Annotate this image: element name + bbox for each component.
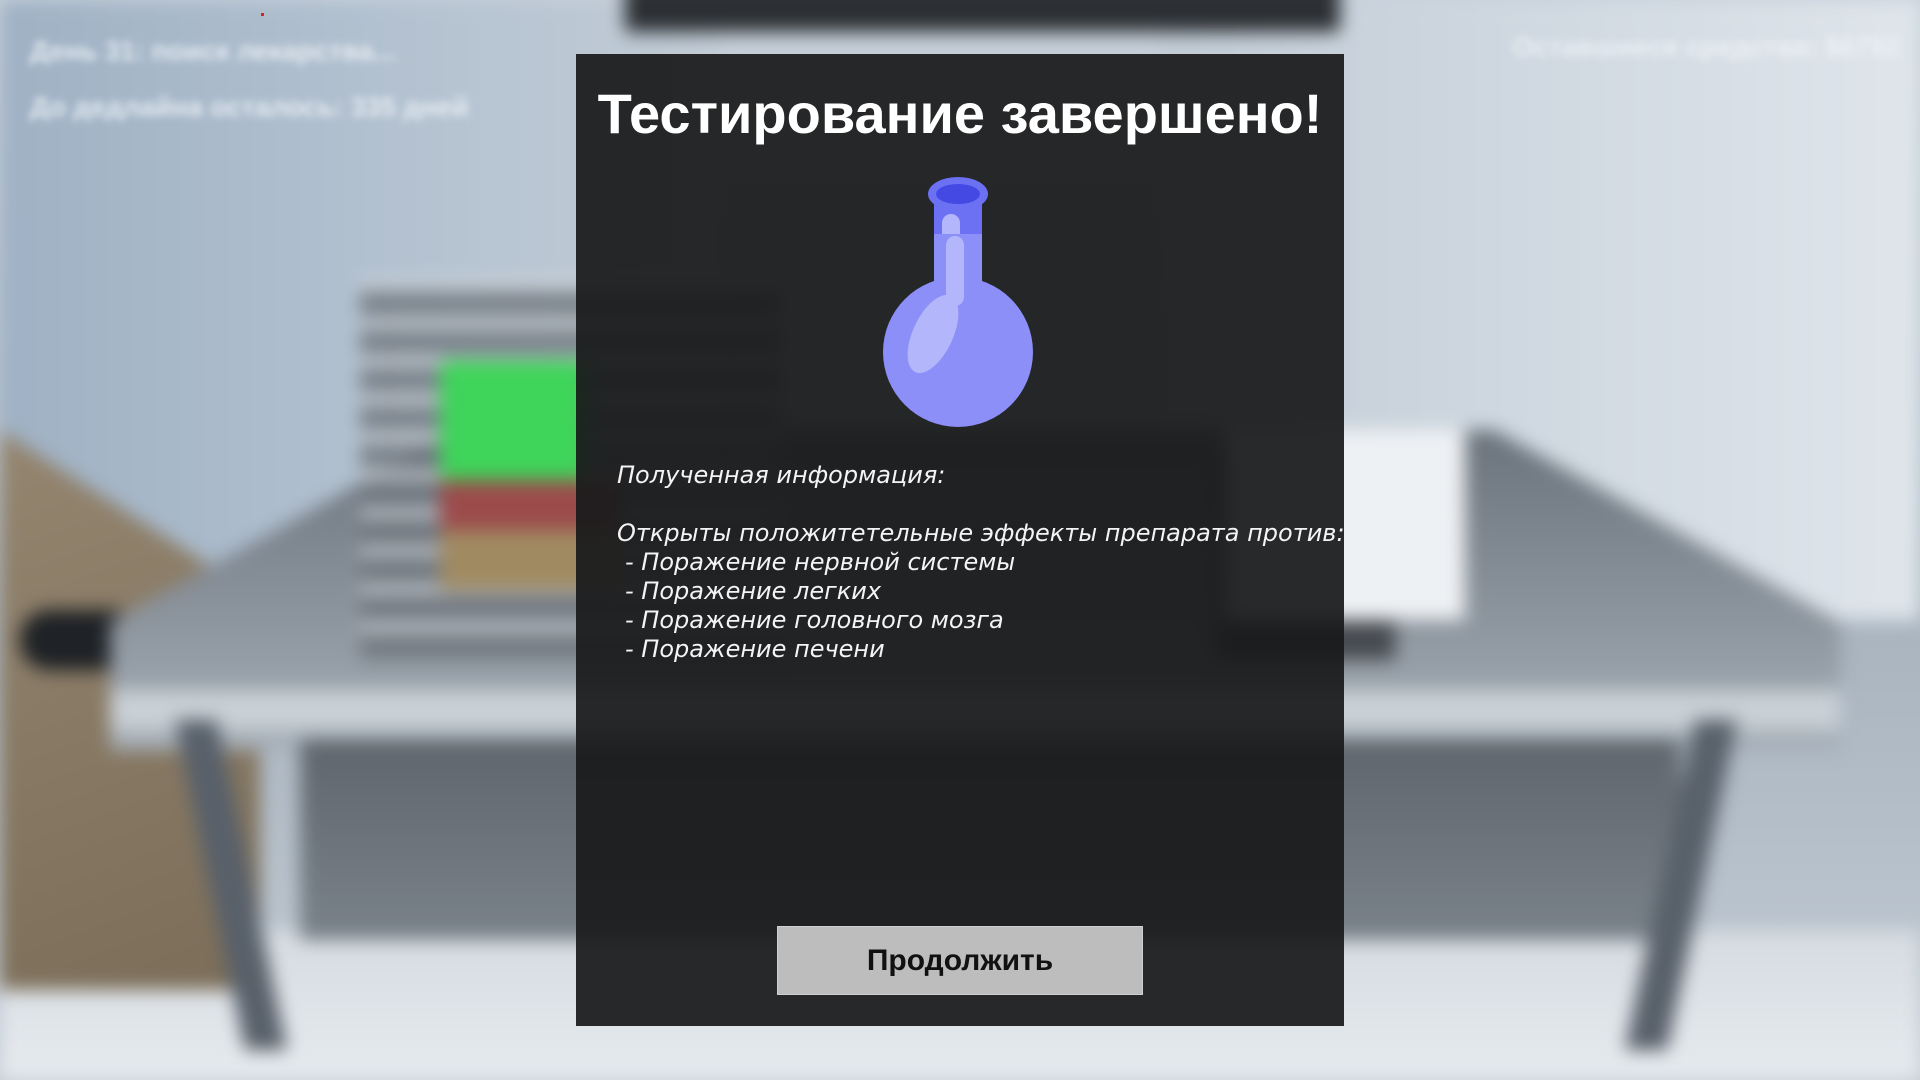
effect-item: - Поражение печени <box>625 635 885 663</box>
flask-icon <box>883 177 1033 427</box>
game-screen: День 31: поиск лекарства... До дедлайна … <box>0 0 1920 1080</box>
hud-funds: Оставшиеся средства: $6792 <box>1512 32 1900 62</box>
rack-green-sample <box>440 360 590 480</box>
monitor <box>625 0 1340 32</box>
dialog-title: Тестирование завершено! <box>597 82 1323 145</box>
crosshair-dot <box>261 13 264 16</box>
continue-button[interactable]: Продолжить <box>777 926 1143 995</box>
effect-item: - Поражение легких <box>625 577 882 605</box>
effect-item: - Поражение нервной системы <box>625 548 1016 576</box>
effect-item: - Поражение головного мозга <box>625 606 1004 634</box>
hud-day-status: День 31: поиск лекарства... <box>30 36 396 66</box>
info-heading: Полученная информация: <box>617 461 946 489</box>
info-panel: Полученная информация: Открыты положитет… <box>617 461 1345 664</box>
effects-intro: Открыты положитетельные эффекты препарат… <box>617 519 1345 547</box>
